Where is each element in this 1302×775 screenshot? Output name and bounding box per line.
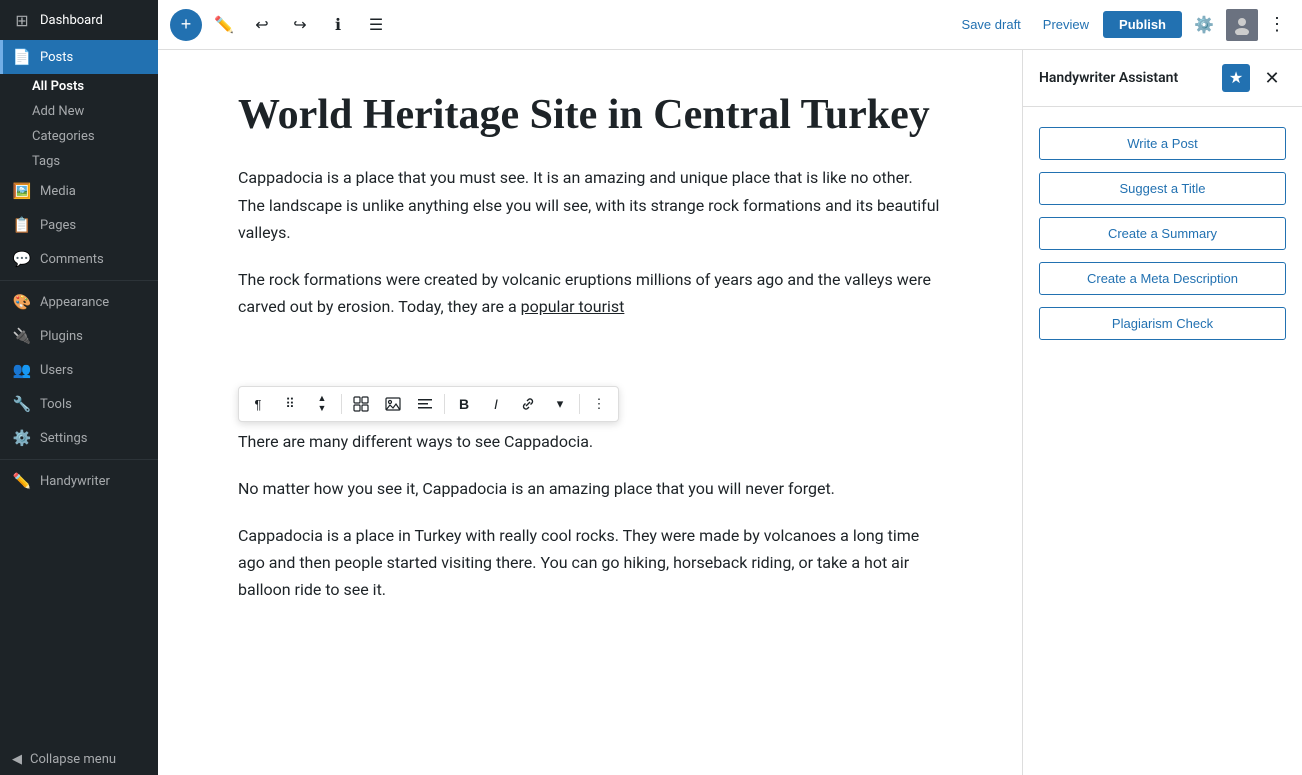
panel-action-buttons: Write a Post Suggest a Title Create a Su… [1023,107,1302,360]
submenu-categories[interactable]: Categories [0,124,158,149]
editor[interactable]: World Heritage Site in Central Turkey Ca… [158,50,1022,775]
toolbar-divider-1 [341,394,342,414]
publish-button[interactable]: Publish [1103,11,1182,38]
toolbar-link-btn[interactable] [513,389,543,419]
paragraph-1[interactable]: Cappadocia is a place that you must see.… [238,164,942,246]
toolbar-paragraph-btn[interactable]: ¶ [243,389,273,419]
panel-header-icons: ★ ✕ [1222,64,1286,92]
toolbar-drag-btn[interactable]: ⠿ [275,389,305,419]
sidebar-item-appearance[interactable]: 🎨 Appearance [0,285,158,319]
sidebar-dashboard-label: Dashboard [40,13,103,28]
appearance-icon: 🎨 [12,293,32,311]
sidebar: ⊞ Dashboard 📄 Posts All Posts Add New Ca… [0,0,158,775]
sidebar-divider-1 [0,280,158,281]
paragraph-5[interactable]: No matter how you see it, Cappadocia is … [238,475,942,502]
panel-close-button[interactable]: ✕ [1258,64,1286,92]
sidebar-plugins-label: Plugins [40,329,83,344]
sidebar-posts-label: Posts [40,50,73,65]
inline-toolbar: ¶ ⠿ ▲▼ B [238,386,619,422]
add-block-button[interactable]: + [170,9,202,41]
sidebar-item-pages[interactable]: 📋 Pages [0,208,158,242]
sidebar-item-posts[interactable]: 📄 Posts [0,40,158,74]
sidebar-item-plugins[interactable]: 🔌 Plugins [0,319,158,353]
preview-button[interactable]: Preview [1035,13,1097,36]
toolbar-dropdown-btn[interactable]: ▾ [545,389,575,419]
sidebar-handywriter-label: Handywriter [40,474,110,489]
toolbar-bold-btn[interactable]: B [449,389,479,419]
submenu-add-new[interactable]: Add New [0,99,158,124]
suggest-title-button[interactable]: Suggest a Title [1039,172,1286,205]
plagiarism-check-button[interactable]: Plagiarism Check [1039,307,1286,340]
panel-star-button[interactable]: ★ [1222,64,1250,92]
sidebar-item-comments[interactable]: 💬 Comments [0,242,158,276]
media-icon: 🖼️ [12,182,32,200]
sidebar-settings-label: Settings [40,431,87,446]
pages-icon: 📋 [12,216,32,234]
paragraph-4[interactable]: There are many different ways to see Cap… [238,428,942,455]
users-icon: 👥 [12,361,32,379]
toolbar-image-btn[interactable] [378,389,408,419]
main-area: + ✏️ ↩ ↪ ℹ ☰ Save draft Preview Publish … [158,0,1302,775]
redo-button[interactable]: ↪ [284,9,316,41]
undo-button[interactable]: ↩ [246,9,278,41]
sidebar-users-label: Users [40,363,73,378]
sidebar-pages-label: Pages [40,218,76,233]
editor-area: World Heritage Site in Central Turkey Ca… [158,50,1302,775]
toolbar-more-btn[interactable]: ⋮ [584,389,614,419]
toolbar-divider-2 [444,394,445,414]
edit-mode-button[interactable]: ✏️ [208,9,240,41]
handywriter-panel: Handywriter Assistant ★ ✕ Write a Post S… [1022,50,1302,775]
sidebar-comments-label: Comments [40,252,104,267]
panel-title: Handywriter Assistant [1039,70,1178,86]
comments-icon: 💬 [12,250,32,268]
sidebar-item-handywriter[interactable]: ✏️ Handywriter [0,464,158,498]
topbar-more-button[interactable]: ⋮ [1264,10,1290,39]
toolbar-table-btn[interactable] [346,389,376,419]
sidebar-item-tools[interactable]: 🔧 Tools [0,387,158,421]
collapse-menu-button[interactable]: ◀ Collapse menu [0,744,158,775]
info-button[interactable]: ℹ [322,9,354,41]
write-post-button[interactable]: Write a Post [1039,127,1286,160]
post-content[interactable]: Cappadocia is a place that you must see.… [238,164,942,603]
settings-icon: ⚙️ [12,429,32,447]
sidebar-item-settings[interactable]: ⚙️ Settings [0,421,158,455]
posts-submenu: All Posts Add New Categories Tags [0,74,158,174]
create-meta-description-button[interactable]: Create a Meta Description [1039,262,1286,295]
plugins-icon: 🔌 [12,327,32,345]
user-avatar[interactable] [1226,9,1258,41]
toolbar-divider-3 [579,394,580,414]
submenu-tags[interactable]: Tags [0,149,158,174]
topbar: + ✏️ ↩ ↪ ℹ ☰ Save draft Preview Publish … [158,0,1302,50]
list-view-button[interactable]: ☰ [360,9,392,41]
sidebar-item-dashboard[interactable]: ⊞ Dashboard [0,0,158,40]
toolbar-move-btn[interactable]: ▲▼ [307,389,337,419]
collapse-menu-label: Collapse menu [30,752,116,767]
sidebar-item-users[interactable]: 👥 Users [0,353,158,387]
post-title[interactable]: World Heritage Site in Central Turkey [238,90,942,140]
sidebar-appearance-label: Appearance [40,295,109,310]
sidebar-media-label: Media [40,184,76,199]
dashboard-icon: ⊞ [12,10,32,30]
tools-icon: 🔧 [12,395,32,413]
save-draft-button[interactable]: Save draft [954,13,1029,36]
create-summary-button[interactable]: Create a Summary [1039,217,1286,250]
paragraph-2[interactable]: The rock formations were created by volc… [238,266,942,320]
panel-header: Handywriter Assistant ★ ✕ [1023,50,1302,107]
sidebar-item-media[interactable]: 🖼️ Media [0,174,158,208]
posts-icon: 📄 [12,48,32,66]
sidebar-divider-2 [0,459,158,460]
toolbar-align-btn[interactable] [410,389,440,419]
sidebar-tools-label: Tools [40,397,72,412]
toolbar-italic-btn[interactable]: I [481,389,511,419]
settings-gear-button[interactable]: ⚙️ [1188,9,1220,41]
paragraph-6[interactable]: Cappadocia is a place in Turkey with rea… [238,522,942,604]
collapse-arrow-icon: ◀ [12,752,22,767]
topbar-right: Save draft Preview Publish ⚙️ ⋮ [954,9,1290,41]
handywriter-icon: ✏️ [12,472,32,490]
submenu-all-posts[interactable]: All Posts [0,74,158,99]
